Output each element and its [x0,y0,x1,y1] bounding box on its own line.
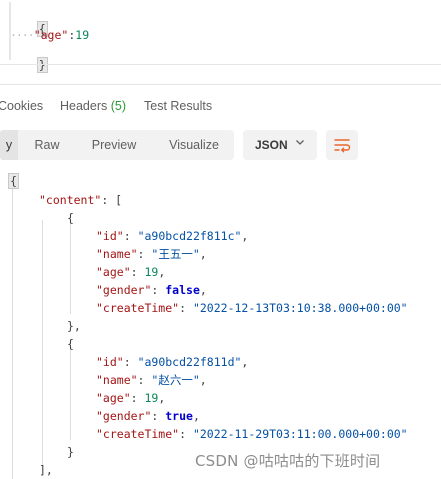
tab-headers-label: Headers [60,99,108,113]
json-value-gender: false [165,283,200,297]
json-value-name: "王五一" [151,247,200,261]
json-value-id: "a90bcd22f811d" [137,355,242,369]
indent-guide [12,184,13,479]
json-line: { [8,172,19,190]
content-key: "content" [39,193,102,207]
json-line: "name": "王五一", [96,247,207,261]
age-value: 19 [75,28,90,42]
close-brace: } [36,57,48,73]
root-open-brace: { [8,173,19,189]
json-line: "content": [ [39,193,123,207]
json-line: } [67,445,74,459]
indent-guide [70,348,71,440]
json-key-name: "name" [96,247,138,261]
json-key-name: "name" [96,373,138,387]
json-key-id: "id" [96,355,124,369]
chevron-down-icon [295,137,305,150]
pretty-view-button[interactable]: y [0,130,18,160]
indent-guide [42,220,43,470]
json-key-age: "age" [96,391,131,405]
indent-whitespace-dots: ···· [10,28,35,42]
json-line: "name": "赵六一", [96,373,207,387]
divider [0,64,441,65]
editor-line-3: } [10,44,48,86]
json-value-createtime: "2022-11-29T03:11:00.000+00:00" [192,427,408,441]
json-key-gender: "gender" [96,283,152,297]
tab-headers[interactable]: Headers (5) [60,99,126,113]
json-line: "createTime": "2022-12-13T03:10:38.000+0… [96,301,408,315]
json-line: "gender": true, [96,409,200,423]
json-value-gender: true [165,409,193,423]
json-line: "gender": false, [96,283,207,297]
wrap-lines-button[interactable] [326,130,358,160]
json-line: "age": 19, [96,391,166,405]
view-mode-group: y Raw Preview Visualize [0,130,234,160]
json-key-age: "age" [96,265,131,279]
tab-cookies[interactable]: Cookies [0,99,43,113]
wrap-lines-icon [334,139,351,153]
json-key-gender: "gender" [96,409,152,423]
json-value-id: "a90bcd22f811c" [137,229,242,243]
tab-test-results[interactable]: Test Results [144,99,212,113]
json-key-createtime: "createTime" [96,427,180,441]
visualize-view-button[interactable]: Visualize [156,130,232,160]
json-line: "id": "a90bcd22f811d", [96,355,249,369]
indent-guide [70,222,71,314]
json-line: }, [67,319,81,333]
json-value-name: "赵六一" [151,373,200,387]
preview-view-button[interactable]: Preview [78,130,150,160]
json-value-createtime: "2022-12-13T03:10:38.000+00:00" [192,301,408,315]
json-line: { [67,337,74,351]
json-line: "id": "a90bcd22f811c", [96,229,249,243]
json-value-age: 19 [144,391,159,405]
json-line: ], [39,463,53,477]
headers-count-badge: (5) [110,99,127,113]
watermark: CSDN @咕咕咕的下班时间 [195,452,381,470]
format-select[interactable]: JSON [243,130,317,160]
json-line: "createTime": "2022-11-29T03:11:00.000+0… [96,427,408,441]
divider [0,84,441,85]
age-key: "age" [33,28,69,42]
editor-line-2: ····"age":19 [10,28,89,42]
response-tabs: Cookies Headers (5) Test Results [0,93,441,121]
json-key-createtime: "createTime" [96,301,180,315]
json-value-age: 19 [144,265,159,279]
raw-view-button[interactable]: Raw [20,130,74,160]
response-json-viewer[interactable]: { "content": [ { "id": "a90bcd22f811c", … [0,168,441,479]
json-key-id: "id" [96,229,124,243]
json-line: { [67,211,74,225]
response-view-toolbar: y Raw Preview Visualize JSON [0,130,441,164]
format-select-value: JSON [255,138,288,152]
request-body-editor[interactable]: { ····"age":19 } [0,0,441,73]
json-line: "age": 19, [96,265,166,279]
